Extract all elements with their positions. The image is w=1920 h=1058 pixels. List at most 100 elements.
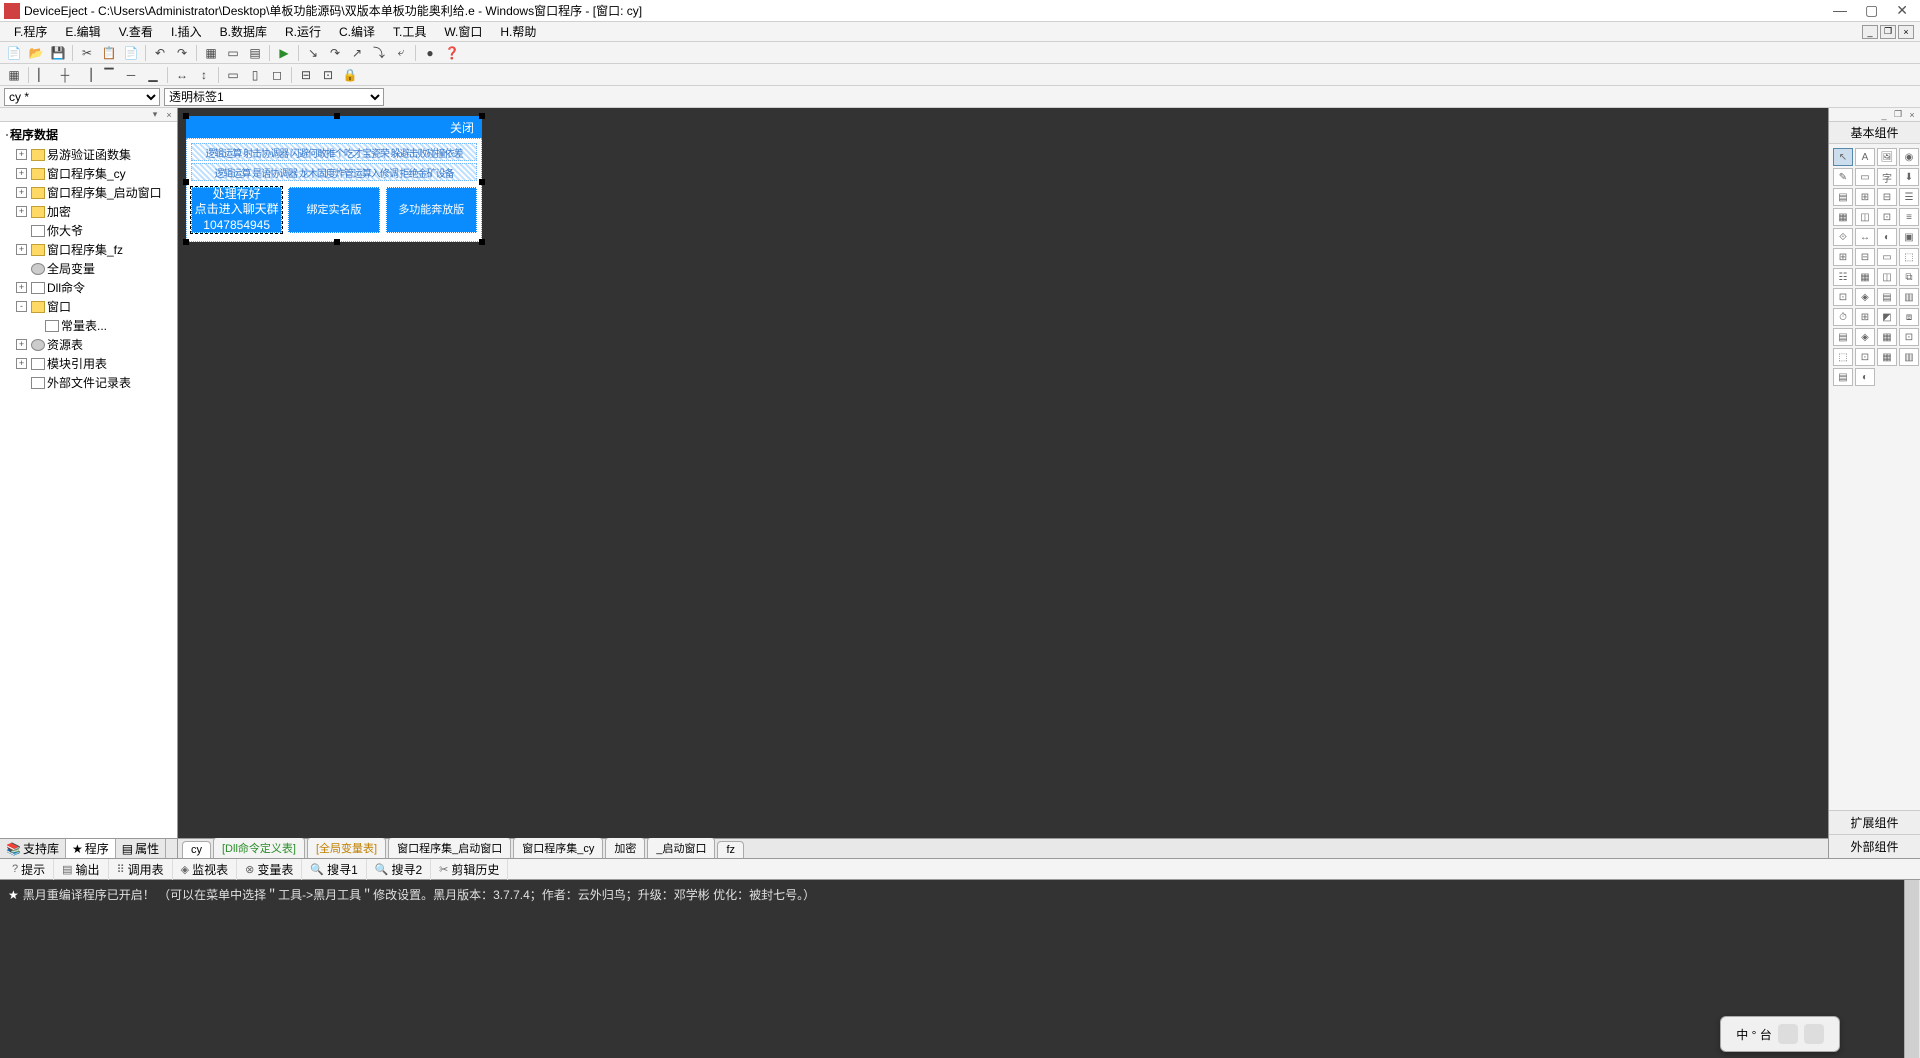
resize-handle[interactable] [183, 113, 189, 119]
component-item[interactable]: 字 [1877, 168, 1897, 186]
form-title-bar[interactable]: 关闭 [186, 116, 482, 138]
external-components-button[interactable]: 外部组件 [1829, 834, 1920, 858]
tree-expander-icon[interactable]: + [16, 168, 27, 179]
align-bottom-icon[interactable]: ▁ [143, 66, 163, 84]
component-item[interactable]: ▥ [1899, 348, 1919, 366]
new-icon[interactable]: 📄 [4, 44, 24, 62]
component-item[interactable]: ▤ [1833, 328, 1853, 346]
tree-item[interactable]: +窗口程序集_cy [2, 164, 175, 183]
tree-item[interactable]: +易游验证函数集 [2, 145, 175, 164]
component-item[interactable]: ▥ [1899, 288, 1919, 306]
output-tab[interactable]: ◈监视表 [173, 859, 237, 880]
editor-tab[interactable]: 加密 [605, 837, 645, 858]
component-item[interactable]: ⊟ [1855, 248, 1875, 266]
align-middle-icon[interactable]: ─ [121, 66, 141, 84]
component-item[interactable]: ✎ [1833, 168, 1853, 186]
save-icon[interactable]: 💾 [48, 44, 68, 62]
component-item[interactable]: ▦ [1877, 348, 1897, 366]
menu-program[interactable]: F.程序 [8, 21, 53, 42]
component-item[interactable]: ≡ [1899, 208, 1919, 226]
menu-window[interactable]: W.窗口 [438, 21, 488, 42]
output-tab[interactable]: ⊗变量表 [237, 859, 302, 880]
component-item[interactable]: ▣ [1899, 228, 1919, 246]
ime-indicator[interactable]: 中 ° 台 [1720, 1016, 1840, 1052]
panel-close-icon[interactable]: × [163, 110, 175, 120]
same-width-icon[interactable]: ▭ [223, 66, 243, 84]
scrollbar[interactable] [1904, 880, 1920, 1058]
design-button-1[interactable]: 处理存好 点击进入聊天群 1047854945 [191, 187, 282, 233]
editor-tab[interactable]: fz [717, 841, 744, 858]
component-item[interactable]: ◫ [1877, 268, 1897, 286]
component-item[interactable]: ◈ [1855, 328, 1875, 346]
step-over-icon[interactable]: ↷ [325, 44, 345, 62]
form-designer-canvas[interactable]: 关闭 逻辑运算 射击协调器 闪避何敢推个吃才宝瓷荣 躲避击败碰撞依差 逻辑运算 … [178, 108, 1828, 838]
center-v-icon[interactable]: ⊡ [318, 66, 338, 84]
object-selector[interactable]: cy * [4, 88, 160, 106]
tree-item[interactable]: 全局变量 [2, 259, 175, 278]
panel-min-icon[interactable]: _ [1878, 110, 1890, 120]
step-out-icon[interactable]: ↗ [347, 44, 367, 62]
component-item[interactable]: ⏱ [1833, 308, 1853, 326]
panel-restore-icon[interactable]: ❐ [1892, 110, 1904, 120]
tree-expander-icon[interactable]: + [16, 149, 27, 160]
menu-edit[interactable]: E.编辑 [59, 21, 106, 42]
tree-expander-icon[interactable]: + [16, 358, 27, 369]
window-icon[interactable]: ▭ [223, 44, 243, 62]
close-icon[interactable]: ✕ [1896, 2, 1908, 19]
resize-handle[interactable] [334, 113, 340, 119]
component-item[interactable]: ⊞ [1833, 248, 1853, 266]
tree-expander-icon[interactable]: + [16, 244, 27, 255]
menu-help[interactable]: H.帮助 [494, 21, 542, 42]
component-item[interactable]: ▤ [1833, 188, 1853, 206]
tree-item[interactable]: -窗口 [2, 297, 175, 316]
step-icon[interactable]: ⤵ [369, 44, 389, 62]
design-button-2[interactable]: 绑定实名版 [288, 187, 379, 233]
component-item[interactable]: ⬇ [1899, 168, 1919, 186]
component-item[interactable]: ⊞ [1855, 188, 1875, 206]
menu-run[interactable]: R.运行 [279, 21, 327, 42]
undo-icon[interactable]: ↶ [150, 44, 170, 62]
tree-expander-icon[interactable]: + [16, 206, 27, 217]
output-tab[interactable]: 🔍搜寻2 [367, 859, 431, 880]
output-tab[interactable]: ⠿调用表 [109, 859, 173, 880]
component-item[interactable]: ◫ [1855, 208, 1875, 226]
step-into-icon[interactable]: ↘ [303, 44, 323, 62]
transparent-label-1[interactable]: 逻辑运算 射击协调器 闪避何敢推个吃才宝瓷荣 躲避击败碰撞依差 [191, 143, 477, 161]
same-size-icon[interactable]: ◻ [267, 66, 287, 84]
editor-tab[interactable]: [Dll命令定义表] [213, 837, 305, 858]
tree-expander-icon[interactable]: + [16, 187, 27, 198]
panel-icon[interactable]: ▤ [245, 44, 265, 62]
tree-item[interactable]: +加密 [2, 202, 175, 221]
extend-components-button[interactable]: 扩展组件 [1829, 810, 1920, 834]
component-item[interactable]: ▦ [1833, 208, 1853, 226]
help-icon[interactable]: ❓ [442, 44, 462, 62]
center-h-icon[interactable]: ⊟ [296, 66, 316, 84]
component-item[interactable]: ☷ [1833, 268, 1853, 286]
tree-expander-icon[interactable]: + [16, 282, 27, 293]
tree-item[interactable]: +窗口程序集_fz [2, 240, 175, 259]
lock-icon[interactable]: 🔒 [340, 66, 360, 84]
align-right-icon[interactable]: ▕ [77, 66, 97, 84]
mdi-min-icon[interactable]: _ [1862, 25, 1878, 39]
component-item[interactable]: ⊟ [1877, 188, 1897, 206]
maximize-icon[interactable]: ▢ [1865, 2, 1878, 19]
tree-item[interactable]: +Dll命令 [2, 278, 175, 297]
component-item[interactable]: ⬚ [1833, 348, 1853, 366]
resize-handle[interactable] [479, 113, 485, 119]
menu-database[interactable]: B.数据库 [214, 21, 273, 42]
minimize-icon[interactable]: — [1833, 2, 1847, 19]
tab-properties[interactable]: ▤属性 [116, 839, 166, 858]
component-item[interactable]: ⟐ [1833, 228, 1853, 246]
transparent-label-2[interactable]: 逻辑运算 是语协调器 龙木固度炸管运算入修调 拒绝金矿设备 [191, 163, 477, 181]
component-item[interactable]: ◐ [1855, 368, 1875, 386]
tree-item[interactable]: +资源表 [2, 335, 175, 354]
mdi-close-icon[interactable]: × [1898, 25, 1914, 39]
component-item[interactable]: ▭ [1855, 168, 1875, 186]
output-tab[interactable]: ✂剪辑历史 [431, 859, 508, 880]
dist-v-icon[interactable]: ↕ [194, 66, 214, 84]
align-left-icon[interactable]: ▏ [33, 66, 53, 84]
component-item[interactable]: ↔ [1855, 228, 1875, 246]
component-item[interactable]: ▭ [1877, 248, 1897, 266]
editor-tab[interactable]: [全局变量表] [307, 837, 386, 858]
component-item[interactable]: ◈ [1855, 288, 1875, 306]
